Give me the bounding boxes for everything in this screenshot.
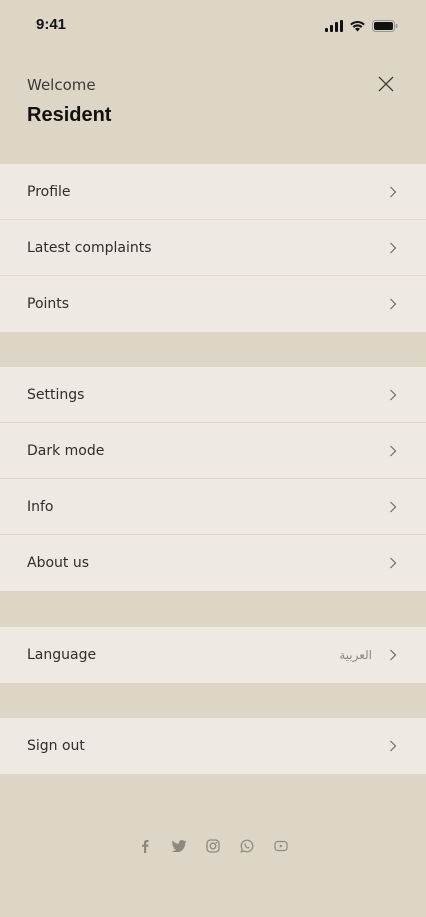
- chevron-right-icon: [386, 185, 400, 199]
- menu-item-label: Profile: [27, 183, 71, 200]
- chevron-right-icon: [386, 648, 400, 662]
- menu-item-label: Dark mode: [27, 442, 105, 459]
- menu-item-label: Latest complaints: [27, 239, 152, 256]
- menu-item-label: Sign out: [27, 738, 85, 754]
- close-button[interactable]: [374, 74, 398, 98]
- menu-item-label: Settings: [27, 386, 85, 403]
- chevron-right-icon: [386, 556, 400, 570]
- menu-item-profile[interactable]: Profile: [0, 164, 426, 220]
- social-links: [0, 838, 426, 854]
- menu-group-settings: Settings Dark mode Info About us: [0, 367, 426, 591]
- wifi-icon: [349, 17, 366, 36]
- menu-header: Welcome Resident: [0, 56, 426, 164]
- menu-item-latest-complaints[interactable]: Latest complaints: [0, 220, 426, 276]
- menu-item-info[interactable]: Info: [0, 479, 426, 535]
- close-icon: [378, 76, 394, 96]
- menu-item-label: Language: [27, 647, 97, 663]
- user-name: Resident: [27, 104, 112, 126]
- menu-item-dark-mode[interactable]: Dark mode: [0, 423, 426, 479]
- status-bar: 9:41: [0, 0, 426, 56]
- whatsapp-icon[interactable]: [239, 838, 255, 854]
- facebook-icon[interactable]: [137, 838, 153, 854]
- menu-item-label: Points: [27, 296, 70, 312]
- language-value: العربية: [339, 648, 372, 662]
- menu-group-account: Profile Latest complaints Points: [0, 164, 426, 332]
- chevron-right-icon: [386, 739, 400, 753]
- chevron-right-icon: [386, 241, 400, 255]
- menu-item-label: Info: [27, 498, 54, 515]
- chevron-right-icon: [386, 297, 400, 311]
- welcome-text: Welcome: [27, 76, 96, 94]
- menu-item-about-us[interactable]: About us: [0, 535, 426, 591]
- chevron-right-icon: [386, 444, 400, 458]
- menu-item-settings[interactable]: Settings: [0, 367, 426, 423]
- battery-icon: [372, 17, 398, 36]
- chevron-right-icon: [386, 500, 400, 514]
- youtube-icon[interactable]: [273, 838, 289, 854]
- menu-group-language: Language العربية: [0, 627, 426, 683]
- instagram-icon[interactable]: [205, 838, 221, 854]
- chevron-right-icon: [386, 388, 400, 402]
- status-time: 9:41: [36, 16, 67, 33]
- twitter-icon[interactable]: [171, 838, 187, 854]
- menu-item-sign-out[interactable]: Sign out: [0, 718, 426, 774]
- menu-item-label: About us: [27, 555, 90, 571]
- menu-item-language[interactable]: Language العربية: [0, 627, 426, 683]
- menu-group-sign-out: Sign out: [0, 718, 426, 774]
- signal-icon: [325, 17, 343, 36]
- status-icons: [325, 17, 398, 36]
- menu-item-points[interactable]: Points: [0, 276, 426, 332]
